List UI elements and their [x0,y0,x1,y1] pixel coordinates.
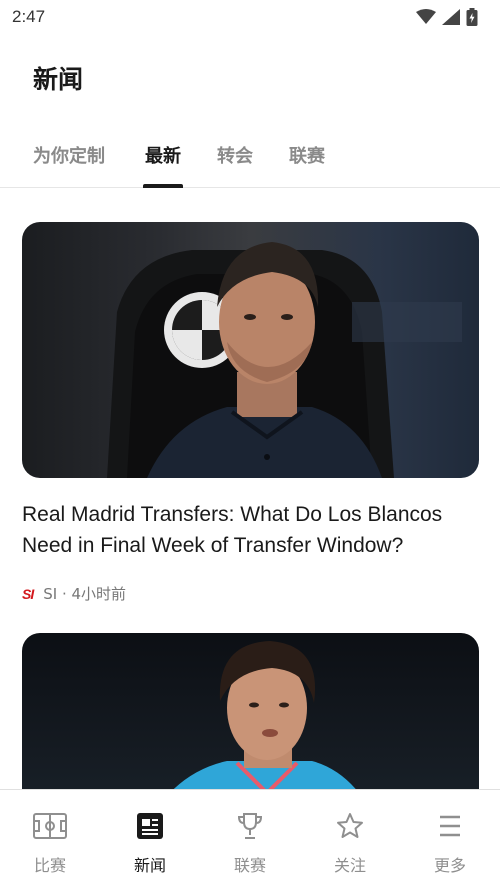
status-bar: 2:47 [0,0,500,34]
nav-label: 联赛 [233,856,266,875]
tab-transfers[interactable]: 转会 [217,142,253,188]
article-title[interactable]: Real Madrid Transfers: What Do Los Blanc… [22,499,482,561]
news-feed[interactable]: Real Madrid Transfers: What Do Los Blanc… [0,189,500,789]
tab-label: 联赛 [289,146,325,167]
source-logo: SI [22,585,34,602]
menu-icon [433,812,467,840]
signal-icon [442,9,460,25]
tab-label: 最新 [145,146,181,167]
star-icon [333,812,367,840]
wifi-icon [416,9,436,24]
bottom-navigation: 比赛 新闻 联赛 关注 更多 [0,789,500,889]
trophy-icon [233,812,267,840]
article-meta: SI SI · 4小时前 [22,583,126,604]
tab-latest[interactable]: 最新 [143,142,183,188]
article-image[interactable] [22,633,479,789]
tab-label: 为你定制 [33,146,105,167]
status-time: 2:47 [12,7,46,26]
nav-leagues[interactable]: 联赛 [200,790,300,889]
page-title: 新闻 [33,65,84,94]
active-tab-indicator [143,184,183,188]
nav-label: 关注 [333,856,366,875]
nav-more[interactable]: 更多 [400,790,500,889]
news-icon [133,812,167,840]
pitch-icon [33,812,67,840]
battery-icon [466,8,478,26]
tab-bar: 为你定制 最新 转会 联赛 [0,130,500,188]
nav-following[interactable]: 关注 [300,790,400,889]
nav-label: 新闻 [133,856,166,875]
tab-leagues[interactable]: 联赛 [289,142,325,188]
article-source-time: SI · 4小时前 [43,585,127,603]
status-icons [416,8,478,26]
nav-news[interactable]: 新闻 [100,790,200,889]
nav-label: 比赛 [33,856,66,875]
tab-for-you[interactable]: 为你定制 [33,142,105,188]
nav-matches[interactable]: 比赛 [0,790,100,889]
article-image[interactable] [22,222,479,478]
nav-label: 更多 [433,856,466,875]
tab-label: 转会 [217,146,253,167]
